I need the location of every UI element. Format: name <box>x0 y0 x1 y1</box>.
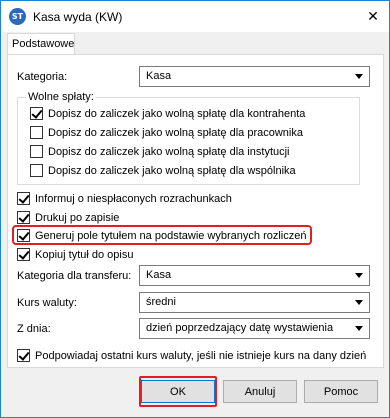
splata-kontrahenta-option[interactable]: Dopisz do zaliczek jako wolną spłatę dla… <box>30 107 305 120</box>
generuj-pole-option[interactable]: Generuj pole tytułem na podstawie wybran… <box>17 229 306 242</box>
checkbox[interactable] <box>17 192 30 205</box>
checkbox[interactable] <box>30 126 43 139</box>
kategoria-label: Kategoria: <box>17 71 68 83</box>
splata-wspolnika-option[interactable]: Dopisz do zaliczek jako wolną spłatę dla… <box>30 164 296 177</box>
checkbox[interactable] <box>17 248 30 261</box>
splata-instytucji-option[interactable]: Dopisz do zaliczek jako wolną spłatę dla… <box>30 145 290 158</box>
podpowiadaj-option[interactable]: Podpowiadaj ostatni kurs waluty, jeśli n… <box>17 349 366 362</box>
checkbox[interactable] <box>30 164 43 177</box>
window-title: Kasa wyda (KW) <box>33 10 123 24</box>
dialog-window: ST Kasa wyda (KW) ✕ Podstawowe Kategoria… <box>0 0 390 418</box>
checkbox[interactable] <box>30 107 43 120</box>
chevron-down-icon <box>355 300 363 305</box>
checkbox-label: Dopisz do zaliczek jako wolną spłatę dla… <box>48 107 306 120</box>
chevron-down-icon <box>355 273 363 278</box>
checkbox-label: Dopisz do zaliczek jako wolną spłatę dla… <box>48 145 290 158</box>
tab-panel: Kategoria: Kasa Wolne spłaty: Dopisz do … <box>7 54 384 368</box>
wolne-splaty-group: Wolne spłaty: Dopisz do zaliczek jako wo… <box>17 91 360 185</box>
z-dnia-select[interactable]: dzień poprzedzający datę wystawienia <box>139 318 370 339</box>
help-button[interactable]: Pomoc <box>304 380 378 403</box>
checkbox[interactable] <box>30 145 43 158</box>
checkbox-label: Podpowiadaj ostatni kurs waluty, jeśli n… <box>35 349 367 362</box>
kopiuj-tytul-option[interactable]: Kopiuj tytuł do opisu <box>17 248 133 261</box>
checkbox-label: Drukuj po zapisie <box>35 211 120 224</box>
kategoria-transferu-select[interactable]: Kasa <box>139 265 370 286</box>
chevron-down-icon <box>355 74 363 79</box>
title-bar[interactable]: ST Kasa wyda (KW) ✕ <box>1 1 389 32</box>
drukuj-option[interactable]: Drukuj po zapisie <box>17 211 119 224</box>
splata-pracownika-option[interactable]: Dopisz do zaliczek jako wolną spłatę dla… <box>30 126 303 139</box>
close-button[interactable]: ✕ <box>357 1 389 32</box>
checkbox-label: Generuj pole tytułem na podstawie wybran… <box>35 229 307 242</box>
ok-button[interactable]: OK <box>141 380 215 403</box>
chevron-down-icon <box>355 326 363 331</box>
close-icon: ✕ <box>367 8 379 24</box>
kategoria-select[interactable]: Kasa <box>139 66 370 87</box>
kurs-waluty-label: Kurs waluty: <box>17 297 77 309</box>
checkbox[interactable] <box>17 349 30 362</box>
checkbox-label: Dopisz do zaliczek jako wolną spłatę dla… <box>48 164 296 177</box>
kategoria-transferu-label: Kategoria dla transferu: <box>17 270 132 282</box>
checkbox[interactable] <box>17 211 30 224</box>
wolne-splaty-legend: Wolne spłaty: <box>26 91 96 103</box>
informuj-option[interactable]: Informuj o niespłaconych rozrachunkach <box>17 192 232 205</box>
kategoria-value: Kasa <box>146 70 172 82</box>
z-dnia-value: dzień poprzedzający datę wystawienia <box>146 322 334 334</box>
checkbox[interactable] <box>17 229 30 242</box>
cancel-button[interactable]: Anuluj <box>223 380 297 403</box>
kategoria-transferu-value: Kasa <box>146 269 172 281</box>
tab-podstawowe[interactable]: Podstawowe <box>7 33 75 55</box>
checkbox-label: Informuj o niespłaconych rozrachunkach <box>35 192 232 205</box>
kurs-waluty-value: średni <box>146 296 176 308</box>
z-dnia-label: Z dnia: <box>17 323 51 335</box>
checkbox-label: Dopisz do zaliczek jako wolną spłatę dla… <box>48 126 303 139</box>
kurs-waluty-select[interactable]: średni <box>139 292 370 313</box>
checkbox-label: Kopiuj tytuł do opisu <box>35 248 134 261</box>
app-icon: ST <box>9 8 26 25</box>
